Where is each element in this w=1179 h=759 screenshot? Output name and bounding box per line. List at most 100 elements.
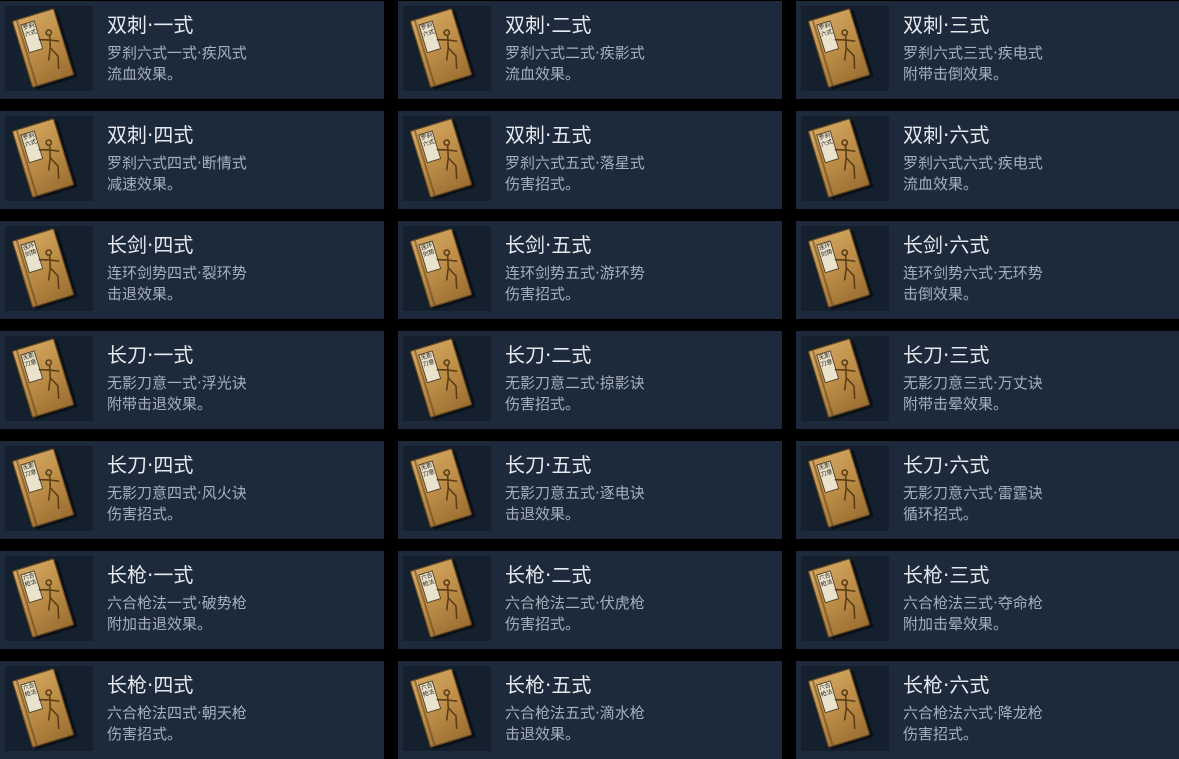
martial-arts-manual-icon: 六合枪法 [11,558,75,638]
skill-title: 双刺·一式 [107,13,194,37]
skill-move-name: 六合枪法一式·破势枪 [107,594,247,612]
skill-book-thumbnail: 六合枪法 [403,556,491,641]
skill-title: 长枪·四式 [107,673,194,697]
fighter-figure-icon [830,245,866,296]
martial-arts-manual-icon: 六合枪法 [807,668,871,748]
skill-book-thumbnail: 无影刀意 [5,446,93,531]
skill-card[interactable]: 连环剑势 长剑·四式 连环剑势四式·裂环势 击退效果。 [0,221,384,319]
martial-arts-manual-icon: 无影刀意 [807,338,871,418]
martial-arts-manual-icon: 连环剑势 [409,228,473,308]
skill-effect: 伤害招式。 [107,505,183,523]
skill-card[interactable]: 连环剑势 长剑·六式 连环剑势六式·无环势 击倒效果。 [796,221,1179,319]
skill-move-name: 罗刹六式二式·疾影式 [505,44,645,62]
skill-card[interactable]: 无影刀意 长刀·一式 无影刀意一式·浮光诀 附带击退效果。 [0,331,384,429]
fighter-figure-icon [34,685,70,736]
skill-card[interactable]: 罗刹六式 双刺·三式罗刹六式三式·疾电式 附带击倒效果。 [796,1,1179,99]
skill-effect: 流血效果。 [903,175,979,193]
fighter-figure-icon [34,135,70,186]
fighter-figure-icon [830,685,866,736]
skill-card[interactable]: 罗刹六式 双刺·六式罗刹六式六式·疾电式 流血效果。 [796,111,1179,209]
skill-title: 长剑·五式 [505,233,592,257]
skill-move-name: 罗刹六式一式·疾风式 [107,44,247,62]
skill-book-thumbnail: 连环剑势 [801,226,889,311]
skill-move-name: 无影刀意四式·风火诀 [107,484,247,502]
skill-move-name: 无影刀意二式·掠影诀 [505,374,645,392]
skill-card[interactable]: 六合枪法 长枪·四式 六合枪法四式·朝天枪 伤害招式。 [0,661,384,759]
skill-title: 双刺·三式 [903,13,990,37]
skill-book-thumbnail: 罗刹六式 [5,116,93,201]
skill-card[interactable]: 无影刀意 长刀·二式 无影刀意二式·掠影诀 伤害招式。 [398,331,782,429]
skill-book-thumbnail: 无影刀意 [801,336,889,421]
skill-card[interactable]: 罗刹六式 双刺·五式 罗刹六式五式·落星式 伤害招式。 [398,111,782,209]
skill-card[interactable]: 无影刀意 长刀·三式 无影刀意三式·万丈诀 附带击晕效果。 [796,331,1179,429]
fighter-figure-icon [432,575,468,626]
skill-move-name: 六合枪法六式·降龙枪 [903,704,1043,722]
martial-arts-manual-icon: 罗刹六式 [807,118,871,198]
skill-title: 长枪·三式 [903,563,990,587]
skill-card[interactable]: 无影刀意 长刀·四式 无影刀意四式·风火诀 伤害招式。 [0,441,384,539]
skill-card[interactable]: 六合枪法 长枪·三式 六合枪法三式·夺命枪 附加击晕效果。 [796,551,1179,649]
martial-arts-manual-icon: 六合枪法 [807,558,871,638]
skill-move-name: 六合枪法二式·伏虎枪 [505,594,645,612]
martial-arts-manual-icon: 无影刀意 [11,448,75,528]
skill-move-name: 无影刀意五式·逐电诀 [505,484,645,502]
skill-card[interactable]: 罗刹六式 双刺·二式 罗刹六式二式·疾影式 流血效果。 [398,1,782,99]
skill-book-grid: 罗刹六式 双刺·一式罗刹六式一式·疾风式流血效果。 罗刹六式 双刺·二式罗刹六式二式·… [0,0,1179,759]
skill-book-thumbnail: 罗刹六式 [801,116,889,201]
skill-move-name: 罗刹六式六式·疾电式 [903,154,1043,172]
skill-book-thumbnail: 无影刀意 [403,336,491,421]
skill-book-thumbnail: 六合枪法 [801,666,889,751]
skill-title: 双刺·五式 [505,123,592,147]
skill-effect: 击退效果。 [107,285,183,303]
skill-move-name: 罗刹六式三式·疾电式 [903,44,1043,62]
martial-arts-manual-icon: 六合枪法 [409,668,473,748]
skill-move-name: 罗刹六式五式·落星式 [505,154,645,172]
martial-arts-manual-icon: 无影刀意 [409,448,473,528]
skill-effect: 伤害招式。 [505,615,581,633]
skill-card[interactable]: 六合枪法 长枪·一式 六合枪法一式·破势枪 附加击退效果。 [0,551,384,649]
skill-card[interactable]: 无影刀意 长刀·六式 无影刀意六式·雷霆诀 循环招式。 [796,441,1179,539]
fighter-figure-icon [830,135,866,186]
skill-move-name: 连环剑势五式·游环势 [505,264,645,282]
martial-arts-manual-icon: 无影刀意 [11,338,75,418]
martial-arts-manual-icon: 罗刹六式 [409,118,473,198]
skill-title: 双刺·二式 [505,13,592,37]
martial-arts-manual-icon: 罗刹六式 [11,118,75,198]
skill-move-name: 六合枪法三式·夺命枪 [903,594,1043,612]
skill-card[interactable]: 连环剑势 长剑·五式 连环剑势五式·游环势 伤害招式。 [398,221,782,319]
skill-card[interactable]: 六合枪法 长枪·五式 六合枪法五式·滴水枪 击退效果。 [398,661,782,759]
skill-title: 长枪·一式 [107,563,194,587]
martial-arts-manual-icon: 罗刹六式 [11,8,75,88]
skill-book-thumbnail: 无影刀意 [801,446,889,531]
skill-move-name: 六合枪法五式·滴水枪 [505,704,645,722]
fighter-figure-icon [432,355,468,406]
skill-card[interactable]: 罗刹六式 双刺·四式罗刹六式四式·断情式 减速效果。 [0,111,384,209]
skill-effect: 附带击倒效果。 [903,65,1009,83]
martial-arts-manual-icon: 无影刀意 [807,448,871,528]
skill-card[interactable]: 无影刀意 长刀·五式 无影刀意五式·逐电诀 击退效果。 [398,441,782,539]
skill-title: 长刀·一式 [107,343,194,367]
skill-move-name: 罗刹六式四式·断情式 [107,154,247,172]
skill-book-thumbnail: 罗刹六式 [801,6,889,91]
skill-card[interactable]: 六合枪法 长枪·二式六合枪法二式·伏虎枪 伤害招式。 [398,551,782,649]
martial-arts-manual-icon: 连环剑势 [11,228,75,308]
martial-arts-manual-icon: 罗刹六式 [409,8,473,88]
skill-title: 双刺·四式 [107,123,194,147]
skill-book-thumbnail: 连环剑势 [5,226,93,311]
skill-title: 长刀·三式 [903,343,990,367]
martial-arts-manual-icon: 六合枪法 [409,558,473,638]
skill-title: 长刀·五式 [505,453,592,477]
skill-book-thumbnail: 六合枪法 [5,556,93,641]
skill-move-name: 连环剑势六式·无环势 [903,264,1043,282]
skill-book-thumbnail: 罗刹六式 [5,6,93,91]
skill-move-name: 无影刀意三式·万丈诀 [903,374,1043,392]
skill-title: 长剑·四式 [107,233,194,257]
skill-title: 长枪·二式 [505,563,592,587]
skill-book-thumbnail: 无影刀意 [403,446,491,531]
skill-card[interactable]: 六合枪法 长枪·六式 六合枪法六式·降龙枪 伤害招式。 [796,661,1179,759]
martial-arts-manual-icon: 罗刹六式 [807,8,871,88]
skill-card[interactable]: 罗刹六式 双刺·一式 罗刹六式一式·疾风式 流血效果。 [0,1,384,99]
skill-effect: 减速效果。 [107,175,183,193]
skill-book-thumbnail: 罗刹六式 [403,116,491,201]
skill-title: 双刺·六式 [903,123,990,147]
